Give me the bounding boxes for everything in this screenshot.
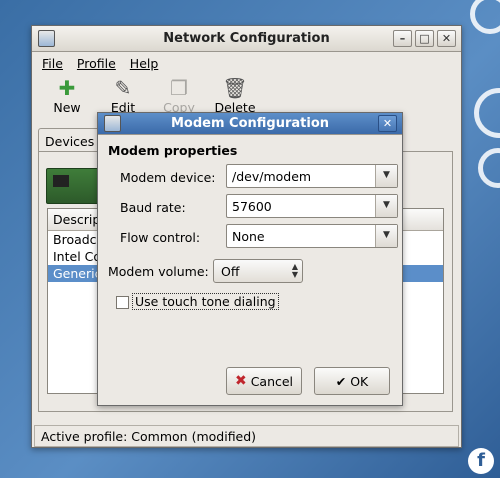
up-down-arrows-icon: ▲ ▼	[291, 262, 298, 279]
menu-help[interactable]: Help	[130, 56, 159, 71]
baud-rate-value: 57600	[232, 199, 272, 214]
maximize-button[interactable]: □	[415, 30, 434, 47]
ok-button[interactable]: ✔ OK	[314, 367, 390, 395]
modem-config-dialog: Modem Configuration ✕ Modem properties M…	[97, 112, 403, 406]
network-card-icon	[46, 168, 102, 204]
desktop-ring	[470, 0, 500, 34]
section-title: Modem properties	[108, 143, 238, 158]
desktop-ring	[474, 88, 500, 138]
new-icon: ✚	[58, 76, 76, 100]
main-titlebar: Network Configuration – □ ✕	[32, 26, 461, 52]
modem-volume-value: Off	[221, 264, 240, 279]
status-bar: Active profile: Common (modified)	[34, 425, 459, 447]
flow-control-value: None	[232, 229, 265, 244]
fedora-logo-icon: f	[468, 448, 494, 474]
modem-device-combo[interactable]: /dev/modem ▼	[226, 164, 398, 188]
cancel-button[interactable]: ✖ Cancel	[226, 367, 302, 395]
menu-profile[interactable]: Profile	[77, 56, 116, 71]
flow-control-combo[interactable]: None ▼	[226, 224, 398, 248]
ok-icon: ✔	[335, 373, 347, 389]
flow-control-label: Flow control:	[120, 230, 201, 245]
dialog-titlebar: Modem Configuration ✕	[98, 113, 402, 135]
dropdown-arrow-icon[interactable]: ▼	[375, 225, 397, 247]
menu-file[interactable]: File	[42, 56, 63, 71]
edit-icon: ✎	[114, 76, 132, 100]
desktop-ring	[478, 148, 500, 188]
baud-rate-label: Baud rate:	[120, 200, 186, 215]
menubar: File Profile Help	[32, 52, 461, 74]
dropdown-arrow-icon[interactable]: ▼	[375, 195, 397, 217]
dialog-close-button[interactable]: ✕	[378, 115, 397, 132]
new-button[interactable]: ✚ New	[46, 76, 88, 118]
modem-volume-select[interactable]: Off ▲ ▼	[213, 259, 303, 283]
modem-device-label: Modem device:	[120, 170, 216, 185]
touch-tone-label[interactable]: Use touch tone dialing	[132, 293, 279, 310]
delete-icon: 🗑	[222, 76, 248, 100]
baud-rate-combo[interactable]: 57600 ▼	[226, 194, 398, 218]
dialog-title: Modem Configuration	[170, 116, 330, 131]
minimize-button[interactable]: –	[393, 30, 412, 47]
dropdown-arrow-icon[interactable]: ▼	[375, 165, 397, 187]
close-button[interactable]: ✕	[437, 30, 456, 47]
modem-volume-label: Modem volume:	[108, 264, 209, 279]
touch-tone-checkbox[interactable]	[116, 296, 129, 309]
cancel-icon: ✖	[234, 373, 247, 389]
copy-icon: ❐	[170, 76, 188, 100]
tab-devices[interactable]: Devices	[38, 128, 102, 152]
modem-device-value: /dev/modem	[232, 169, 312, 184]
